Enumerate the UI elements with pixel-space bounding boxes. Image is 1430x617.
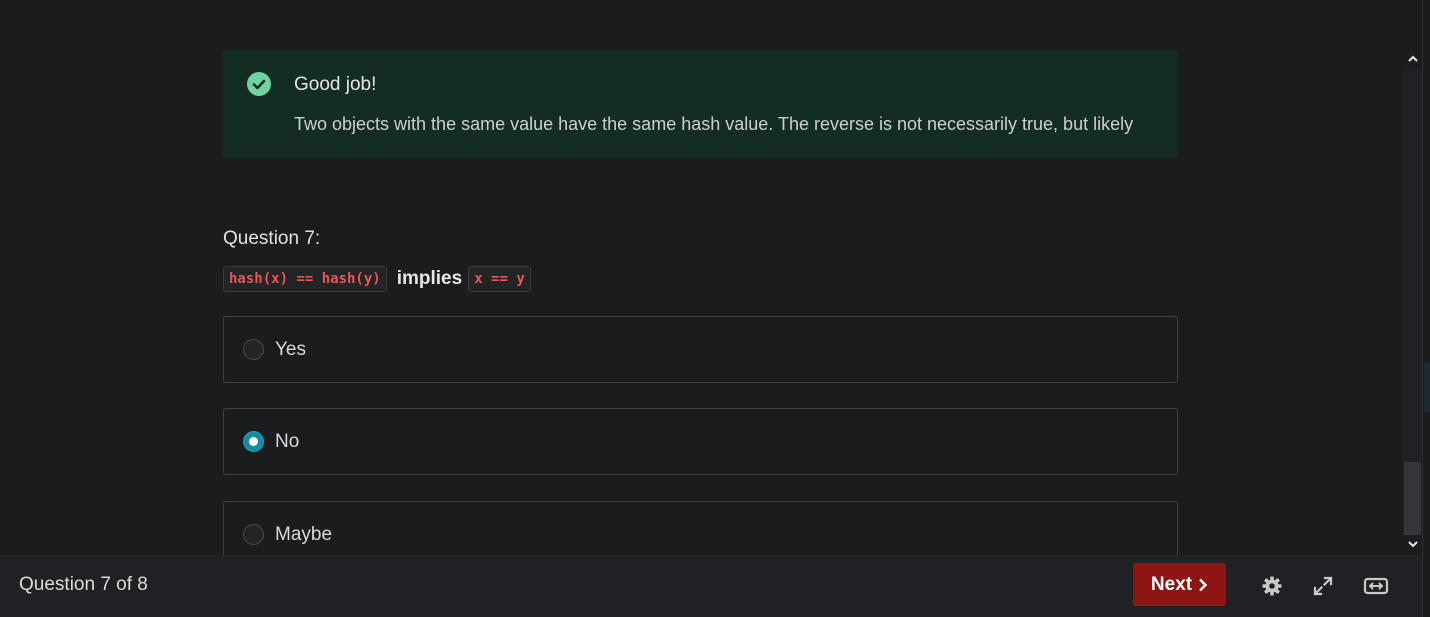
- quiz-content: Good job! Two objects with the same valu…: [0, 0, 1403, 555]
- panel-edge-accent: [1424, 362, 1430, 412]
- feedback-title: Good job!: [294, 74, 377, 95]
- option-label: Maybe: [275, 524, 333, 545]
- option-label: No: [275, 431, 300, 452]
- gear-icon[interactable]: [1260, 574, 1284, 598]
- code-equality-expression: x == y: [468, 266, 531, 292]
- implies-text: implies: [396, 268, 463, 289]
- option-label: Yes: [275, 339, 306, 360]
- scrollbar-thumb[interactable]: [1404, 462, 1421, 535]
- feedback-banner: Good job! Two objects with the same valu…: [223, 50, 1178, 158]
- chevron-right-icon: [1199, 578, 1208, 591]
- option-maybe[interactable]: Maybe: [223, 501, 1178, 555]
- scroll-up-icon[interactable]: [1403, 50, 1422, 70]
- vertical-scrollbar[interactable]: [1403, 50, 1422, 555]
- next-button[interactable]: Next: [1133, 563, 1226, 606]
- option-no[interactable]: No: [223, 408, 1178, 475]
- quiz-footer: Question 7 of 8 Next: [0, 555, 1422, 617]
- question-number: Question 7:: [223, 228, 321, 249]
- expand-icon[interactable]: [1311, 574, 1335, 598]
- question-progress: Question 7 of 8: [19, 574, 148, 595]
- feedback-message: Two objects with the same value have the…: [294, 114, 1134, 134]
- scroll-down-icon[interactable]: [1403, 535, 1422, 555]
- question-text: hash(x) == hash(y) implies x == y: [223, 266, 531, 292]
- option-yes[interactable]: Yes: [223, 316, 1178, 383]
- check-circle-icon: [247, 72, 271, 96]
- next-button-label: Next: [1150, 573, 1193, 595]
- panel-divider: [1422, 0, 1423, 617]
- radio-button[interactable]: [243, 524, 264, 545]
- quiz-page: Good job! Two objects with the same valu…: [0, 0, 1430, 617]
- fit-width-icon[interactable]: [1363, 574, 1389, 598]
- radio-button[interactable]: [243, 339, 264, 360]
- radio-button-selected[interactable]: [243, 431, 264, 452]
- code-hash-expression: hash(x) == hash(y): [223, 266, 387, 292]
